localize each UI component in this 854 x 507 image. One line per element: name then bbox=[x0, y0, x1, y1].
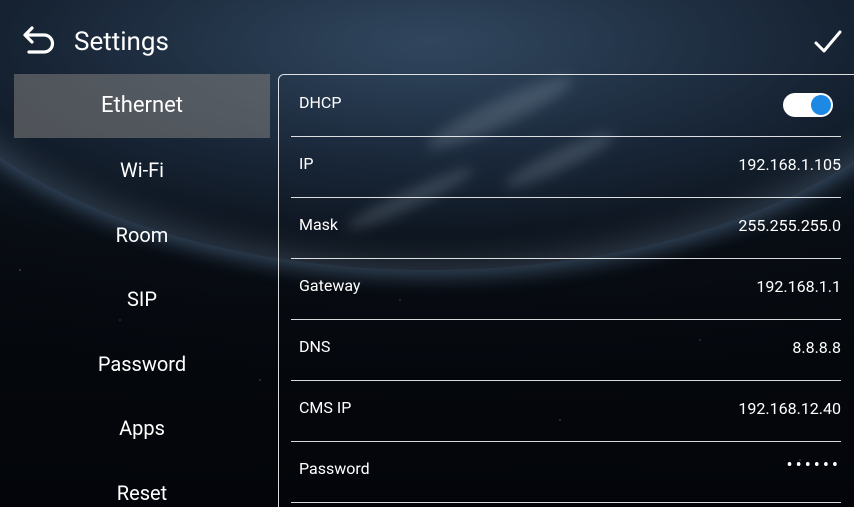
password-value: •••••• bbox=[786, 455, 841, 476]
dhcp-label: DHCP bbox=[299, 93, 342, 112]
checkmark-icon bbox=[814, 30, 842, 53]
toggle-knob bbox=[811, 95, 831, 115]
confirm-button[interactable] bbox=[812, 26, 844, 58]
sidebar-item-room[interactable]: Room bbox=[14, 203, 270, 267]
sidebar-item-ethernet[interactable]: Ethernet bbox=[14, 74, 270, 138]
mask-value: 255.255.255.0 bbox=[738, 216, 841, 235]
cms-ip-row[interactable]: CMS IP 192.168.12.40 bbox=[291, 380, 841, 442]
cms-ip-label: CMS IP bbox=[299, 398, 352, 417]
mask-label: Mask bbox=[299, 215, 339, 234]
sidebar-item-apps[interactable]: Apps bbox=[14, 396, 270, 460]
header-bar: Settings bbox=[0, 0, 854, 72]
gateway-value: 192.168.1.1 bbox=[756, 277, 841, 296]
password-label: Password bbox=[299, 459, 370, 478]
back-button[interactable] bbox=[22, 26, 56, 56]
gateway-row[interactable]: Gateway 192.168.1.1 bbox=[291, 258, 841, 320]
cms-ip-value: 192.168.12.40 bbox=[738, 399, 841, 418]
back-arrow-icon bbox=[23, 26, 55, 54]
sidebar-menu: Ethernet Wi-Fi Room SIP Password Apps Re… bbox=[14, 74, 270, 507]
dhcp-toggle[interactable] bbox=[783, 93, 833, 117]
dns-value: 8.8.8.8 bbox=[792, 338, 841, 357]
page-title: Settings bbox=[74, 27, 169, 57]
ethernet-settings-panel: DHCP IP 192.168.1.105 Mask 255.255.255.0… bbox=[278, 74, 854, 507]
gateway-label: Gateway bbox=[299, 276, 361, 295]
dns-row[interactable]: DNS 8.8.8.8 bbox=[291, 319, 841, 381]
ip-label: IP bbox=[299, 154, 314, 173]
ip-row[interactable]: IP 192.168.1.105 bbox=[291, 136, 841, 198]
sidebar-item-reset[interactable]: Reset bbox=[14, 461, 270, 507]
sidebar-item-password[interactable]: Password bbox=[14, 332, 270, 396]
dhcp-row[interactable]: DHCP bbox=[291, 75, 841, 137]
mask-row[interactable]: Mask 255.255.255.0 bbox=[291, 197, 841, 259]
ip-value: 192.168.1.105 bbox=[738, 155, 841, 174]
sidebar-item-wifi[interactable]: Wi-Fi bbox=[14, 138, 270, 202]
sidebar-item-sip[interactable]: SIP bbox=[14, 267, 270, 331]
password-row[interactable]: Password •••••• bbox=[291, 441, 841, 503]
settings-screen: Settings Ethernet Wi-Fi Room SIP Passwor… bbox=[0, 0, 854, 507]
dns-label: DNS bbox=[299, 337, 331, 356]
